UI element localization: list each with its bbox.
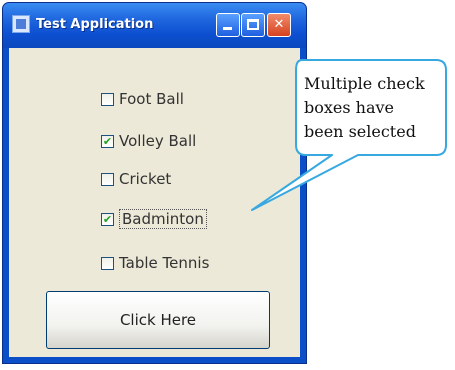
minimize-button[interactable]	[216, 13, 240, 37]
callout-line: boxes have	[304, 98, 395, 117]
checkbox-label: Cricket	[119, 170, 172, 188]
checkbox-label: Badminton	[119, 209, 207, 229]
callout-line: been selected	[304, 122, 416, 141]
checkbox-table-tennis[interactable]: Table Tennis	[101, 252, 209, 274]
checkbox-badminton[interactable]: ✔ Badminton	[101, 208, 207, 230]
checkbox-label: Foot Ball	[119, 90, 184, 108]
window-title: Test Application	[36, 17, 154, 32]
checkbox-label: Table Tennis	[119, 254, 210, 272]
close-button[interactable]: ✕	[267, 13, 291, 37]
callout-text: Multiple check boxes have been selected	[304, 72, 444, 144]
checkbox-label: Volley Ball	[119, 132, 197, 150]
close-icon: ✕	[273, 17, 285, 32]
checkbox-icon[interactable]	[101, 172, 114, 186]
checkbox-checked-icon[interactable]: ✔	[101, 212, 114, 226]
window-content: Foot Ball ✔ Volley Ball Cricket ✔ Badmin…	[9, 48, 300, 357]
checkbox-volley-ball[interactable]: ✔ Volley Ball	[101, 130, 196, 152]
maximize-button[interactable]	[241, 13, 265, 37]
java-cup-icon	[12, 15, 30, 33]
checkbox-cricket[interactable]: Cricket	[101, 168, 171, 190]
maximize-icon	[247, 19, 259, 30]
click-here-button[interactable]: Click Here	[46, 291, 270, 349]
checkbox-foot-ball[interactable]: Foot Ball	[101, 88, 184, 110]
checkbox-checked-icon[interactable]: ✔	[101, 134, 114, 148]
app-window: Test Application ✕ Foot Ball ✔ Volley Ba…	[2, 2, 307, 364]
callout-line: Multiple check	[304, 74, 425, 93]
checkbox-icon[interactable]	[101, 92, 114, 106]
checkbox-icon[interactable]	[101, 256, 114, 270]
title-bar[interactable]: Test Application ✕	[3, 3, 306, 48]
minimize-icon	[223, 27, 232, 30]
